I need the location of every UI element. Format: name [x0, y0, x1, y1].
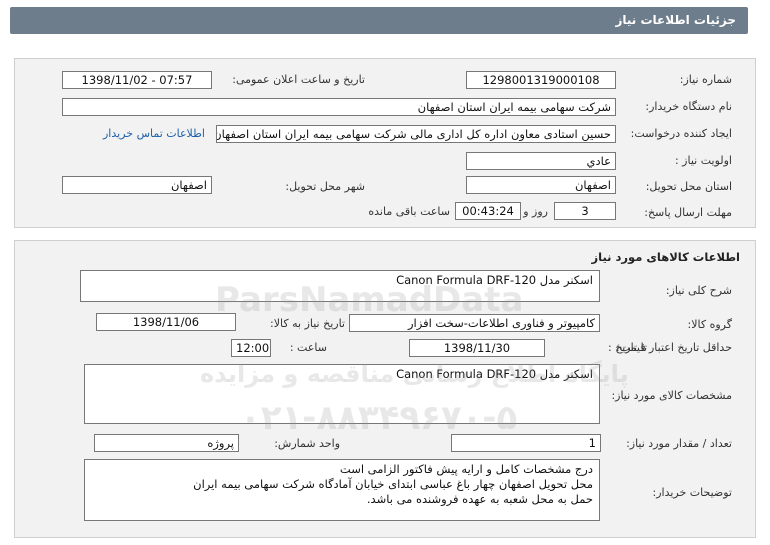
specs-text: اسکنر مدل Canon Formula DRF-120 — [396, 367, 593, 381]
page-title: جزئیات اطلاعات نیاز — [10, 7, 748, 34]
time-unit: ساعت باقی مانده — [368, 205, 450, 218]
days-unit: روز و — [523, 205, 548, 218]
unit-field: پروژه — [94, 434, 239, 452]
group-field: کامپیوتر و فناوری اطلاعات-سخت افزار — [349, 314, 600, 332]
buyer-org-field: شرکت سهامی بیمه ایران استان اصفهان — [62, 98, 616, 116]
specs-field: اسکنر مدل Canon Formula DRF-120 — [84, 364, 600, 424]
priority-label: اولویت نیاز : — [674, 154, 732, 167]
validity-hour-field: 12:00 — [231, 339, 271, 357]
hour-label: ساعت : — [289, 341, 327, 354]
city-field: اصفهان — [62, 176, 212, 194]
unit-label: واحد شمارش: — [274, 437, 340, 450]
buyer-notes-line: حمل به محل شعبه به عهده فروشنده می باشد. — [366, 492, 593, 506]
need-date-label: تاریخ نیاز به کالا: — [270, 317, 345, 330]
need-number-label: شماره نیاز: — [679, 73, 732, 86]
buyer-notes-field: درج مشخصات کامل و ارایه پیش فاکتور الزام… — [84, 459, 600, 521]
buyer-notes-line: محل تحویل اصفهان چهار باغ عباسی ابتدای خ… — [193, 477, 593, 491]
group-label: گروه کالا: — [687, 318, 732, 331]
qty-field: 1 — [451, 434, 601, 452]
creator-field: حسین استادی معاون اداره کل اداری مالی شر… — [216, 125, 616, 143]
header-bar: جزئیات اطلاعات نیاز — [0, 0, 770, 40]
buyer-org-label: نام دستگاه خریدار: — [645, 100, 732, 113]
qty-label: تعداد / مقدار مورد نیاز: — [626, 437, 732, 450]
summary-field: اسکنر مدل Canon Formula DRF-120 — [80, 270, 600, 302]
time-remaining-field: 00:43:24 — [455, 202, 521, 220]
city-label: شهر محل تحویل: — [285, 180, 365, 193]
validity-date-field: 1398/11/30 — [409, 339, 545, 357]
until-date-label: تا تاریخ : — [608, 341, 647, 354]
need-number-field: 1298001319000108 — [466, 71, 616, 89]
contact-buyer-link[interactable]: اطلاعات تماس خریدار — [103, 127, 205, 140]
summary-text: اسکنر مدل Canon Formula DRF-120 — [396, 273, 593, 287]
buyer-notes-line: درج مشخصات کامل و ارایه پیش فاکتور الزام… — [339, 462, 593, 476]
days-field: 3 — [554, 202, 616, 220]
goods-section-title: اطلاعات کالاهای مورد نیاز — [591, 250, 740, 264]
priority-field: عادي — [466, 152, 616, 170]
announce-field: 1398/11/02 - 07:57 — [62, 71, 212, 89]
province-field: اصفهان — [466, 176, 616, 194]
creator-label: ایجاد کننده درخواست: — [630, 127, 732, 140]
province-label: استان محل تحویل: — [645, 180, 732, 193]
need-date-field: 1398/11/06 — [96, 313, 236, 331]
summary-label: شرح کلی نیاز: — [665, 284, 732, 297]
buyer-notes-label: توضیحات خریدار: — [652, 486, 733, 499]
specs-label: مشخصات کالای مورد نیاز: — [611, 389, 732, 402]
announce-label: تاریخ و ساعت اعلان عمومی: — [232, 73, 365, 86]
deadline-label: مهلت ارسال پاسخ: — [644, 206, 732, 219]
